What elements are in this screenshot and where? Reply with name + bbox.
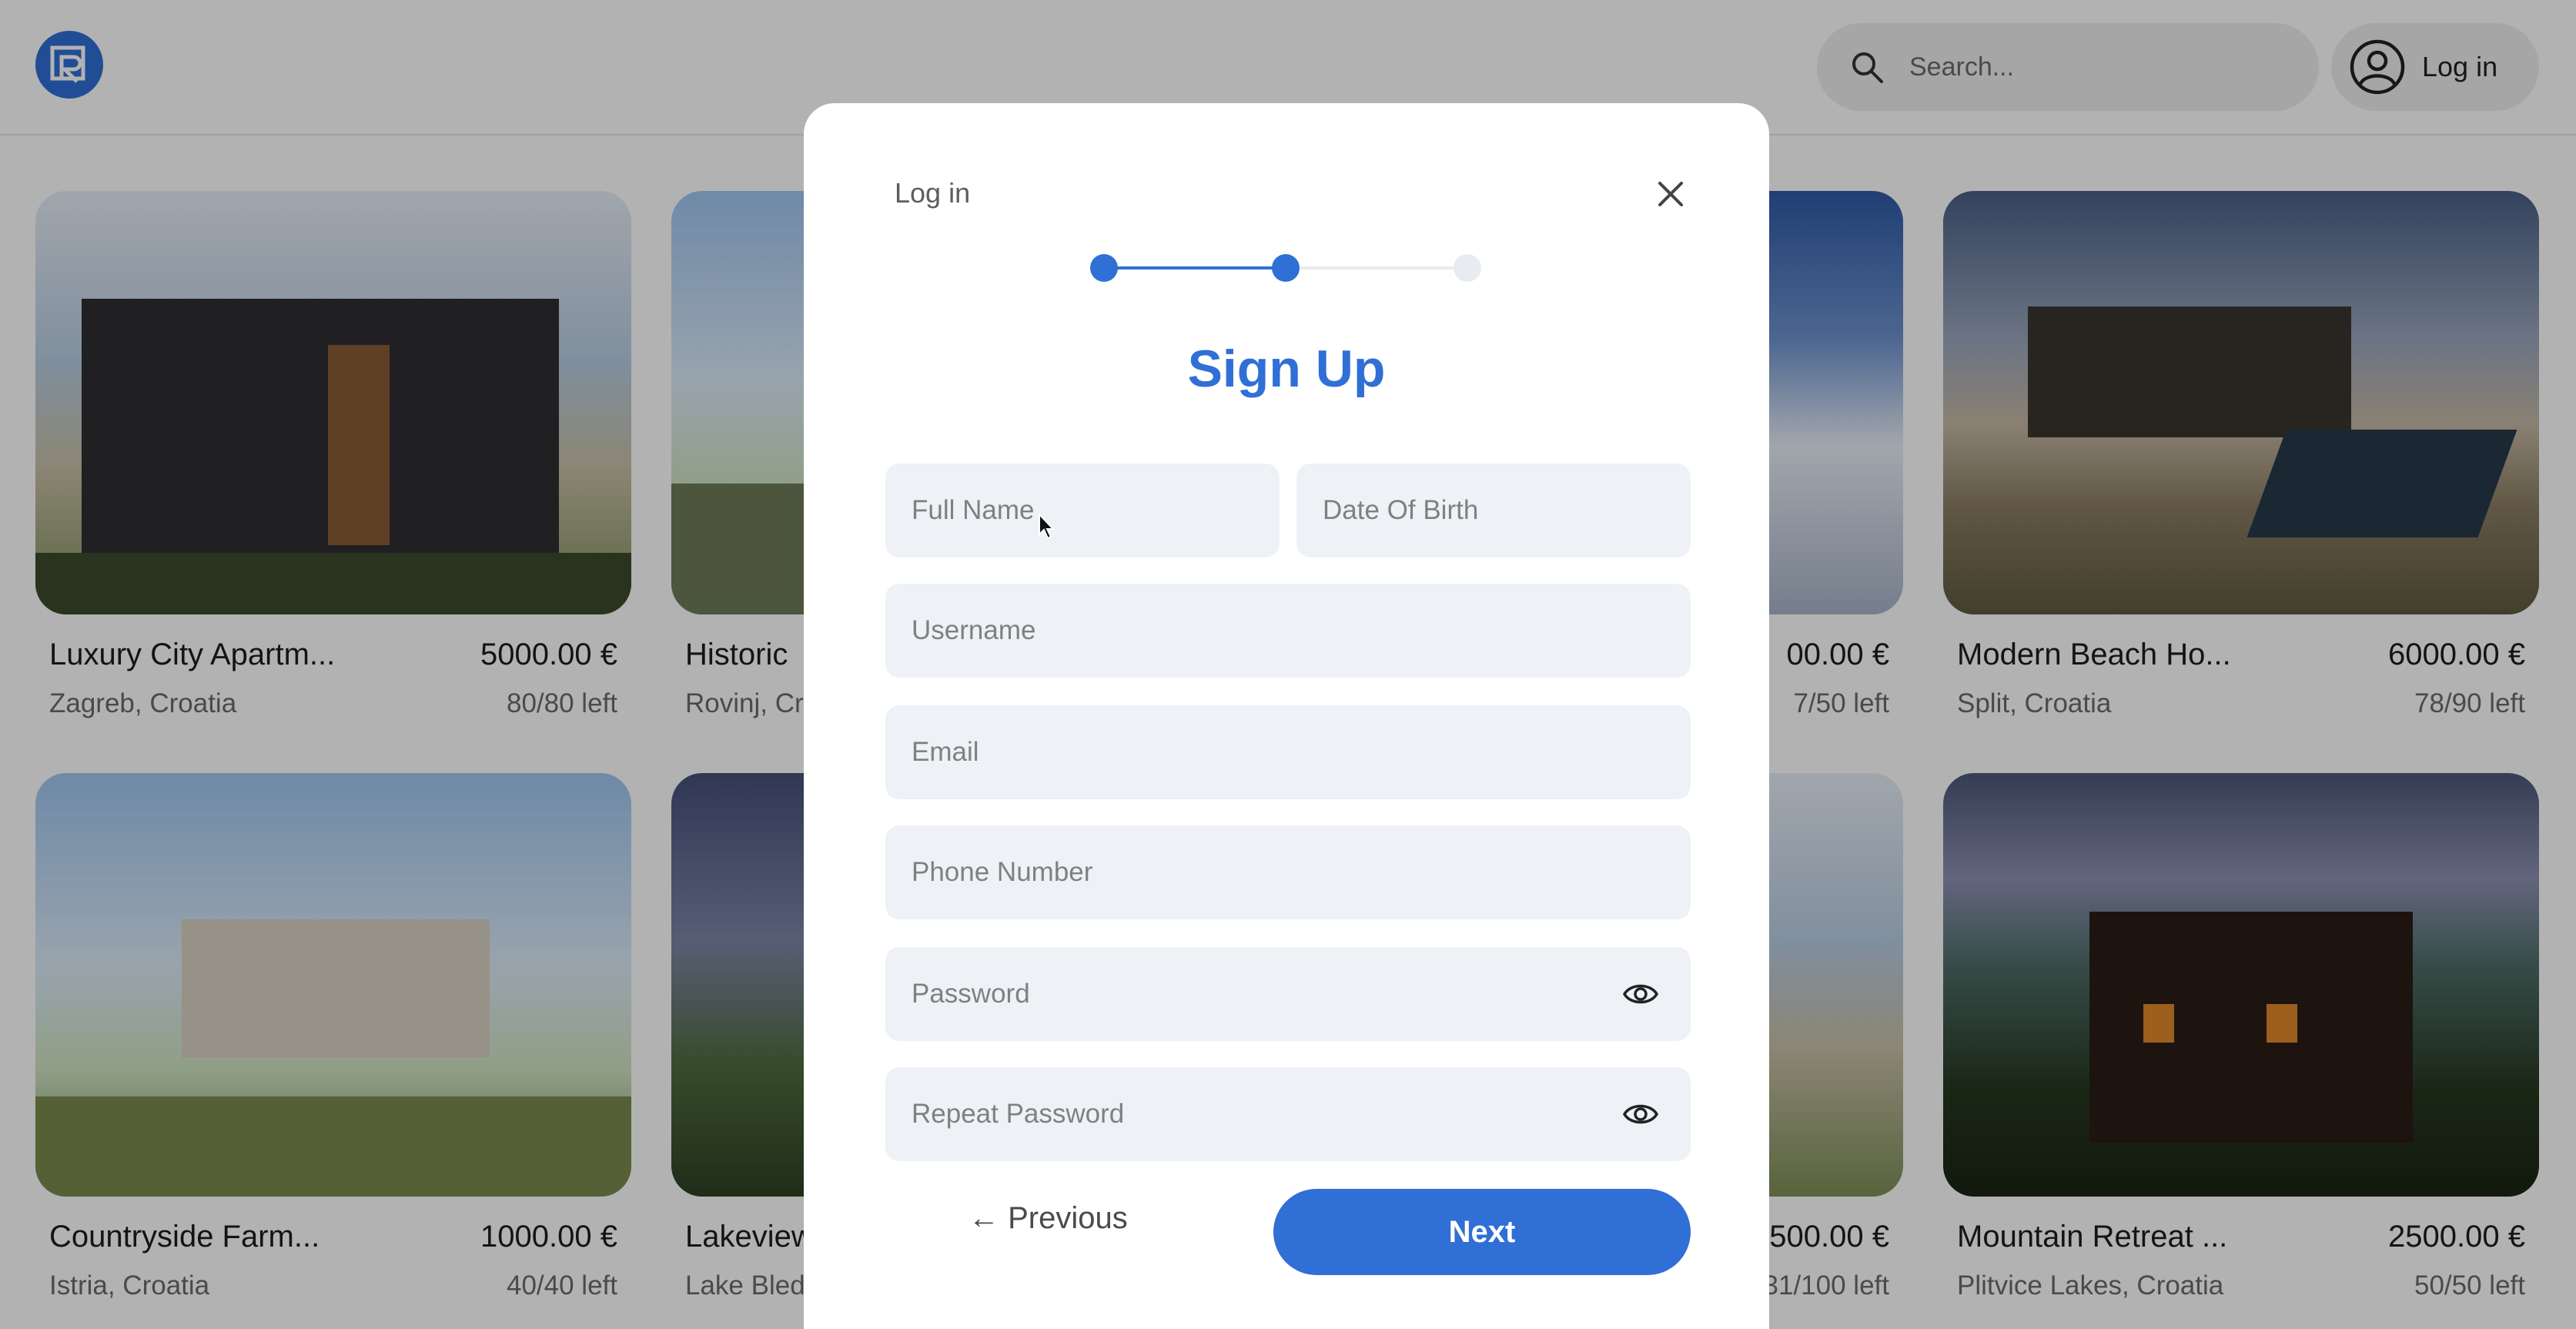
date-of-birth-field[interactable] (1296, 464, 1691, 557)
next-button[interactable]: Next (1273, 1189, 1691, 1275)
modal-title: Sign Up (1187, 340, 1386, 398)
stepper-step-1 (1090, 254, 1118, 282)
login-link[interactable]: Log in (895, 177, 970, 209)
full-name-input[interactable] (885, 464, 1280, 557)
stepper-line-incomplete (1286, 266, 1467, 269)
phone-number-field[interactable] (885, 825, 1691, 919)
date-of-birth-input[interactable] (1296, 464, 1691, 557)
signup-modal: Log in Sign Up ← Pr (804, 103, 1769, 1329)
repeat-password-input[interactable] (885, 1067, 1691, 1161)
eye-icon[interactable] (1623, 979, 1658, 1009)
stepper-line-complete (1104, 266, 1286, 269)
close-icon[interactable] (1654, 177, 1688, 211)
previous-button[interactable]: ← Previous (969, 1201, 1128, 1236)
stepper-step-3 (1454, 254, 1481, 282)
username-field[interactable] (885, 584, 1691, 678)
email-input[interactable] (885, 705, 1691, 799)
full-name-field[interactable] (885, 464, 1280, 557)
eye-icon[interactable] (1623, 1099, 1658, 1130)
cursor-icon (1039, 513, 1055, 540)
password-field[interactable] (885, 947, 1691, 1041)
stepper-step-2 (1272, 254, 1300, 282)
email-field[interactable] (885, 705, 1691, 799)
phone-number-input[interactable] (885, 825, 1691, 919)
username-input[interactable] (885, 584, 1691, 678)
password-input[interactable] (885, 947, 1691, 1041)
progress-stepper (1090, 253, 1483, 283)
repeat-password-field[interactable] (885, 1067, 1691, 1161)
